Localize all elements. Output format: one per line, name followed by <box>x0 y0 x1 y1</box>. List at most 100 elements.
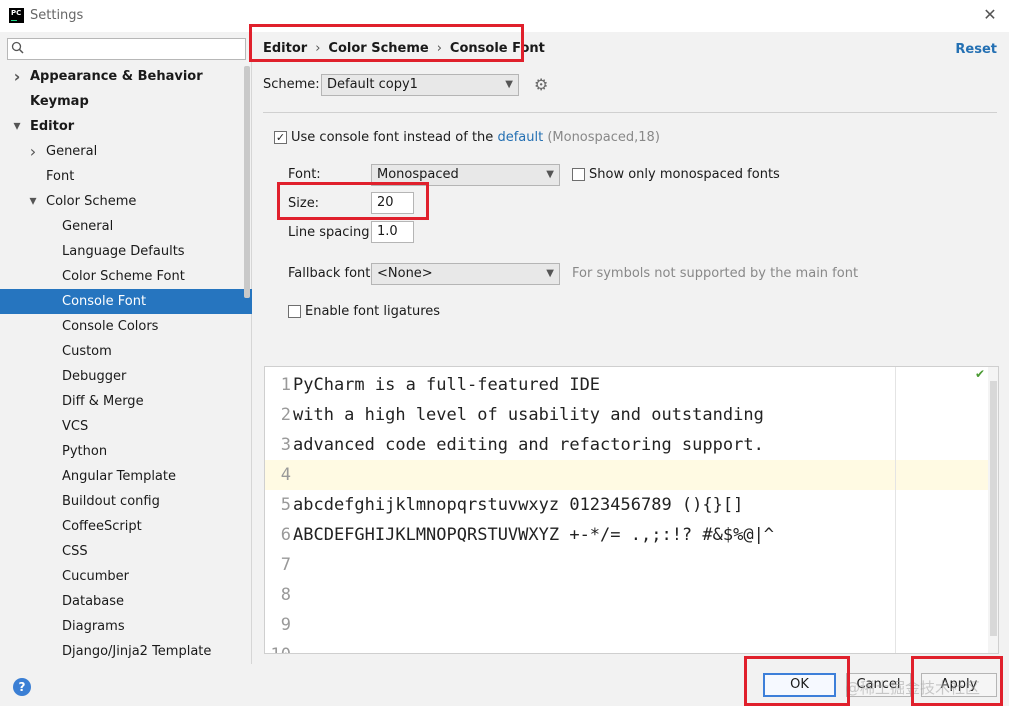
scheme-dropdown[interactable]: Default copy1 ▼ <box>321 74 519 96</box>
sidebar-item-label: Python <box>62 444 108 459</box>
sidebar-item[interactable]: Database <box>0 589 252 614</box>
sidebar-item-label: Language Defaults <box>62 244 185 259</box>
sidebar-item[interactable]: Color Scheme Font <box>0 264 252 289</box>
sidebar-item-label: Cucumber <box>62 569 129 584</box>
sidebar-item-label: Appearance & Behavior <box>30 69 203 84</box>
preview-line: 9 <box>265 610 998 640</box>
sidebar-item[interactable]: General <box>0 214 252 239</box>
sidebar-item-label: Diff & Merge <box>62 394 144 409</box>
chevron-down-icon[interactable]: ▾ <box>27 189 39 214</box>
use-console-font-checkbox[interactable]: ✓ <box>274 131 287 144</box>
fallback-font-label: Fallback font: <box>288 266 375 281</box>
sidebar-item[interactable]: CoffeeScript <box>0 514 252 539</box>
use-console-font-label: Use console font instead of the default … <box>291 130 660 145</box>
chevron-down-icon[interactable]: ▾ <box>11 114 23 139</box>
preview-scrollbar-thumb[interactable] <box>990 381 997 636</box>
preview-line: 5 abcdefghijklmnopqrstuvwxyz 0123456789 (… <box>265 490 998 520</box>
sidebar-item[interactable]: › Appearance & Behavior <box>0 64 252 89</box>
enable-ligatures-label: Enable font ligatures <box>305 304 441 319</box>
gear-icon[interactable]: ⚙ <box>534 75 548 94</box>
fallback-font-hint: For symbols not supported by the main fo… <box>572 266 859 281</box>
sidebar-item[interactable]: Diagrams <box>0 614 252 639</box>
preview-scrollbar[interactable] <box>988 367 998 653</box>
breadcrumb-console-font: Console Font <box>449 41 545 56</box>
line-spacing-label: Line spacing: <box>288 225 374 240</box>
sidebar-item[interactable]: Python <box>0 439 252 464</box>
show-only-monospaced-checkbox[interactable] <box>572 168 585 181</box>
sidebar-item[interactable]: Font <box>0 164 252 189</box>
sidebar-item[interactable]: Buildout config <box>0 489 252 514</box>
sidebar-item[interactable]: Django/Jinja2 Template <box>0 639 252 664</box>
preview-line: 1 PyCharm is a full-featured IDE <box>265 370 998 400</box>
line-number: 2 <box>280 405 291 425</box>
sidebar-item-label: Font <box>46 169 75 184</box>
dialog-footer: ? OK Cancel Apply @稀土掘金技术社区 <box>0 656 1009 706</box>
line-number: 7 <box>280 555 291 575</box>
breadcrumb-color-scheme[interactable]: Color Scheme <box>328 41 428 56</box>
settings-sidebar: › Appearance & Behavior Keymap ▾ Editor › Gene… <box>0 32 252 664</box>
font-value: Monospaced <box>377 167 459 182</box>
sidebar-item-label: CoffeeScript <box>62 519 142 534</box>
breadcrumb-editor[interactable]: Editor <box>263 41 307 56</box>
sidebar-item[interactable]: Debugger <box>0 364 252 389</box>
chevron-right-icon[interactable]: › <box>27 139 39 164</box>
font-preview-editor[interactable]: 10 9 8 7 6ABCDEFGHIJKLMNOPQRSTUVWXYZ +-*/= .… <box>264 366 999 654</box>
sidebar-item[interactable]: Keymap <box>0 89 252 114</box>
check-mark-icon: ✔ <box>975 367 986 381</box>
sidebar-item[interactable]: CSS <box>0 539 252 564</box>
scheme-value: Default copy1 <box>327 77 418 92</box>
sidebar-item-label: Console Font <box>62 294 147 309</box>
sidebar-item[interactable]: Custom <box>0 339 252 364</box>
scheme-label: Scheme: <box>263 77 320 92</box>
sidebar-item[interactable]: ▾ Editor <box>0 114 252 139</box>
search-icon <box>11 41 27 57</box>
reset-link[interactable]: Reset <box>955 42 997 57</box>
line-number: 4 <box>280 465 291 485</box>
sidebar-item[interactable]: Angular Template <box>0 464 252 489</box>
line-number: 9 <box>280 615 291 635</box>
sidebar-item-label: Buildout config <box>62 494 160 509</box>
chevron-right-icon[interactable]: › <box>11 64 23 89</box>
sidebar-item-label: Editor <box>30 119 75 134</box>
default-link[interactable]: default <box>497 130 543 145</box>
sidebar-item[interactable]: VCS <box>0 414 252 439</box>
breadcrumb-separator: › <box>315 41 321 56</box>
sidebar-item[interactable]: ▾ Color Scheme <box>0 189 252 214</box>
fallback-font-value: <None> <box>377 266 433 281</box>
breadcrumb-separator: › <box>436 41 442 56</box>
preview-line-text: advanced code editing and refactoring su… <box>293 435 764 455</box>
sidebar-item-label: Console Colors <box>62 319 159 334</box>
sidebar-item[interactable]: Console Colors <box>0 314 252 339</box>
preview-line: 6 ABCDEFGHIJKLMNOPQRSTUVWXYZ +-*/= .,;:!?… <box>265 520 998 550</box>
line-spacing-input[interactable]: 1.0 <box>371 221 414 243</box>
show-only-monospaced-label: Show only monospaced fonts <box>589 167 780 182</box>
preview-line: 7 <box>265 550 998 580</box>
title-bar: PC Settings ✕ <box>0 0 1009 32</box>
fallback-font-dropdown[interactable]: <None> ▼ <box>371 263 560 285</box>
pycharm-logo-icon: PC <box>9 8 24 23</box>
preview-line-text: with a high level of usability and outst… <box>293 405 764 425</box>
close-button[interactable]: ✕ <box>979 4 1001 26</box>
sidebar-item-label: CSS <box>62 544 88 559</box>
ok-button[interactable]: OK <box>763 673 836 697</box>
size-input[interactable]: 20 <box>371 192 414 214</box>
settings-search[interactable] <box>7 38 246 60</box>
preview-line: 3 advanced code editing and refactoring s… <box>265 430 998 460</box>
sidebar-item[interactable]: Language Defaults <box>0 239 252 264</box>
chevron-down-icon: ▼ <box>546 169 554 180</box>
preview-line: 8 <box>265 580 998 610</box>
search-input[interactable] <box>30 41 240 57</box>
sidebar-item-label: Color Scheme <box>46 194 137 209</box>
line-number: 6 <box>280 525 291 545</box>
settings-content: Editor › Color Scheme › Console Font Reset S… <box>249 24 1009 664</box>
help-icon[interactable]: ? <box>13 678 31 696</box>
enable-ligatures-checkbox[interactable] <box>288 305 301 318</box>
sidebar-item[interactable]: › General <box>0 139 252 164</box>
preview-line-text: abcdefghijklmnopqrstuvwxyz 0123456789 ()… <box>293 495 744 515</box>
font-dropdown[interactable]: Monospaced ▼ <box>371 164 560 186</box>
sidebar-item[interactable]: Cucumber <box>0 564 252 589</box>
sidebar-scrollbar[interactable] <box>244 66 250 298</box>
sidebar-item[interactable]: Console Font <box>0 289 252 314</box>
line-number: 10 <box>265 640 293 653</box>
sidebar-item[interactable]: Diff & Merge <box>0 389 252 414</box>
